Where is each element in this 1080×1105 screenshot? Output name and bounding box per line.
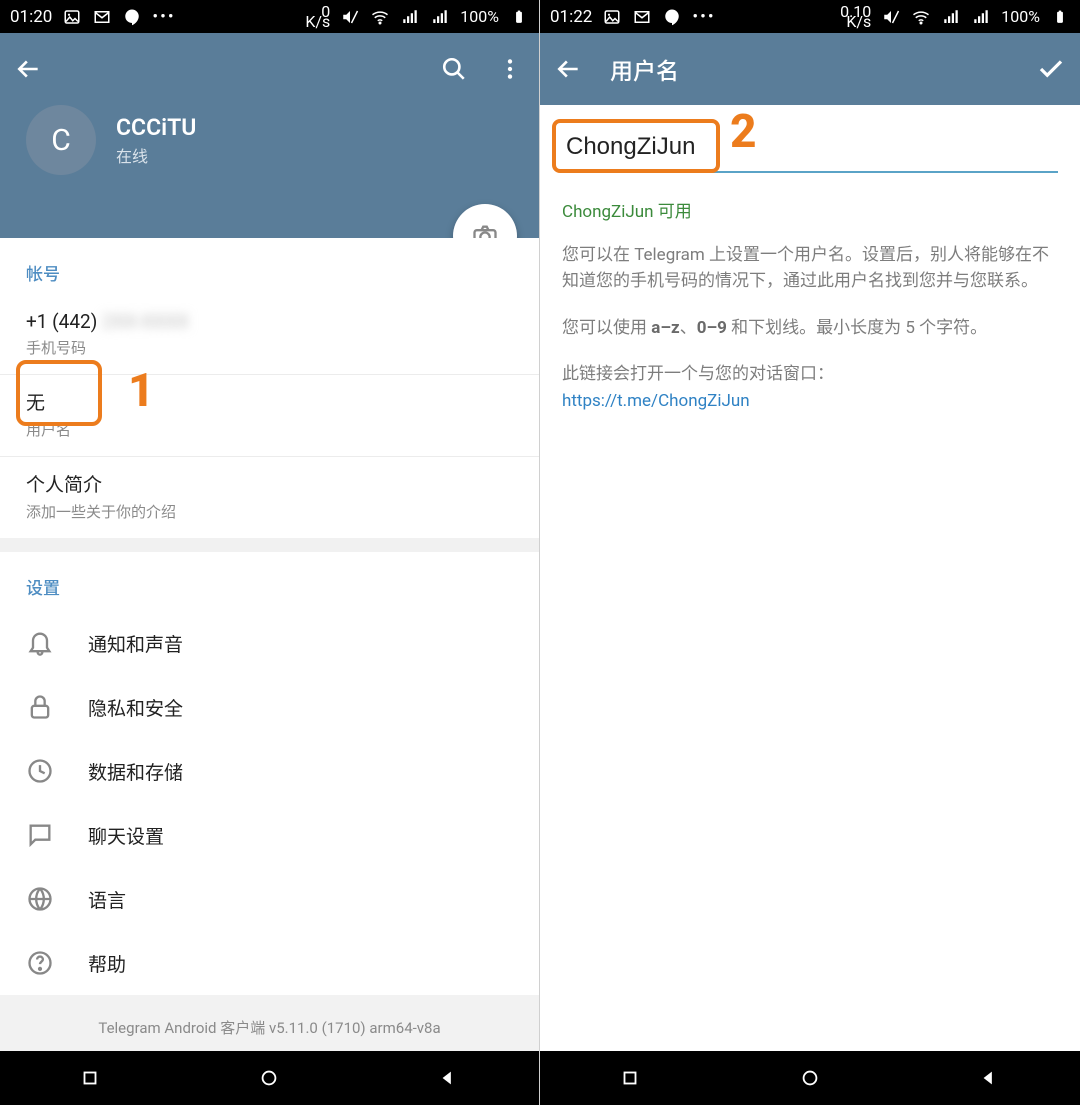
setting-label: 聊天设置 <box>88 822 164 849</box>
more-dots-icon: ••• <box>152 7 175 27</box>
setting-language[interactable]: 语言 <box>0 867 539 931</box>
appbar-title: 用户名 <box>610 52 679 86</box>
clock-icon <box>26 757 54 785</box>
battery-percent: 100% <box>460 7 499 26</box>
speed-indicator: 0.10K/s <box>840 7 871 27</box>
phone-label: 手机号码 <box>26 337 513 358</box>
search-button[interactable] <box>439 54 469 84</box>
right-screen: 01:22 ••• 0.10K/s <box>540 0 1080 1105</box>
android-navbar <box>540 1051 1080 1105</box>
profile-header: C CCCiTU 在线 <box>0 105 539 175</box>
status-time: 01:20 <box>10 7 52 27</box>
chat-icon <box>26 821 54 849</box>
phone-value: +1 (442) 2XX-XXXX <box>26 310 513 333</box>
status-bar: 01:22 ••• 0.10K/s <box>540 0 1080 33</box>
image-icon <box>602 7 622 27</box>
settings-section-title: 设置 <box>0 552 539 611</box>
username-row[interactable]: 无 用户名 <box>0 375 539 457</box>
username-explain-2: 您可以使用 a–z、0–9 和下划线。最小长度为 5 个字符。 <box>562 315 1058 341</box>
signal-4g-icon-2 <box>971 7 991 27</box>
signal-4g-icon <box>941 7 961 27</box>
setting-privacy[interactable]: 隐私和安全 <box>0 675 539 739</box>
bio-hint: 添加一些关于你的介绍 <box>26 501 513 522</box>
phone-row[interactable]: +1 (442) 2XX-XXXX 手机号码 <box>0 297 539 375</box>
speed-indicator: 0K/s <box>305 7 330 27</box>
gmail-icon <box>92 7 112 27</box>
setting-label: 隐私和安全 <box>88 694 183 721</box>
lock-icon <box>26 693 54 721</box>
help-icon <box>26 949 54 977</box>
mute-icon <box>881 7 901 27</box>
username-value: 无 <box>26 388 513 415</box>
battery-icon <box>509 7 529 27</box>
hangouts-icon <box>122 7 142 27</box>
username-explain-1: 您可以在 Telegram 上设置一个用户名。设置后，别人将能够在不知道您的手机… <box>562 242 1058 295</box>
bell-icon <box>26 629 54 657</box>
nav-recents[interactable] <box>79 1067 101 1089</box>
section-divider <box>0 538 539 552</box>
bio-title: 个人简介 <box>26 470 513 497</box>
username-appbar: 用户名 <box>540 33 1080 105</box>
username-input[interactable] <box>562 125 1058 173</box>
mute-icon <box>340 7 360 27</box>
setting-label: 帮助 <box>88 950 126 977</box>
nav-back[interactable] <box>438 1067 460 1089</box>
account-section-title: 帐号 <box>0 238 539 297</box>
gmail-icon <box>632 7 652 27</box>
setting-help[interactable]: 帮助 <box>0 931 539 995</box>
battery-icon <box>1050 7 1070 27</box>
username-availability: ChongZiJun 可用 <box>562 197 1058 222</box>
image-icon <box>62 7 82 27</box>
bio-row[interactable]: 个人简介 添加一些关于你的介绍 <box>0 457 539 538</box>
battery-percent: 100% <box>1001 7 1040 26</box>
username-explain-3: 此链接会打开一个与您的对话窗口： <box>562 361 1058 387</box>
setting-label: 通知和声音 <box>88 630 183 657</box>
nav-home[interactable] <box>258 1067 280 1089</box>
profile-appbar: C CCCiTU 在线 <box>0 33 539 238</box>
left-screen: 01:20 ••• 0K/s <box>0 0 540 1105</box>
nav-recents[interactable] <box>619 1067 641 1089</box>
username-content: 2 ChongZiJun 可用 您可以在 Telegram 上设置一个用户名。设… <box>540 105 1080 1051</box>
setting-notifications[interactable]: 通知和声音 <box>0 611 539 675</box>
status-time: 01:22 <box>550 7 592 27</box>
profile-status: 在线 <box>116 143 196 167</box>
back-button[interactable] <box>14 54 44 84</box>
settings-content: 帐号 +1 (442) 2XX-XXXX 手机号码 无 用户名 1 个人简介 添… <box>0 238 539 1051</box>
setting-label: 数据和存储 <box>88 758 183 785</box>
profile-name: CCCiTU <box>116 114 196 141</box>
wifi-icon <box>370 7 390 27</box>
username-label: 用户名 <box>26 419 513 440</box>
wifi-icon <box>911 7 931 27</box>
nav-home[interactable] <box>799 1067 821 1089</box>
signal-4g-icon <box>400 7 420 27</box>
version-footer: Telegram Android 客户端 v5.11.0 (1710) arm6… <box>0 995 539 1051</box>
status-bar: 01:20 ••• 0K/s <box>0 0 539 33</box>
globe-icon <box>26 885 54 913</box>
confirm-button[interactable] <box>1036 54 1066 84</box>
back-button[interactable] <box>554 54 584 84</box>
nav-back[interactable] <box>979 1067 1001 1089</box>
overflow-menu-button[interactable] <box>495 54 525 84</box>
more-dots-icon: ••• <box>692 7 715 27</box>
hangouts-icon <box>662 7 682 27</box>
avatar[interactable]: C <box>26 105 96 175</box>
setting-chat[interactable]: 聊天设置 <box>0 803 539 867</box>
signal-4g-icon-2 <box>430 7 450 27</box>
setting-data[interactable]: 数据和存储 <box>0 739 539 803</box>
android-navbar <box>0 1051 539 1105</box>
username-link[interactable]: https://t.me/ChongZiJun <box>562 391 1058 411</box>
setting-label: 语言 <box>88 886 126 913</box>
